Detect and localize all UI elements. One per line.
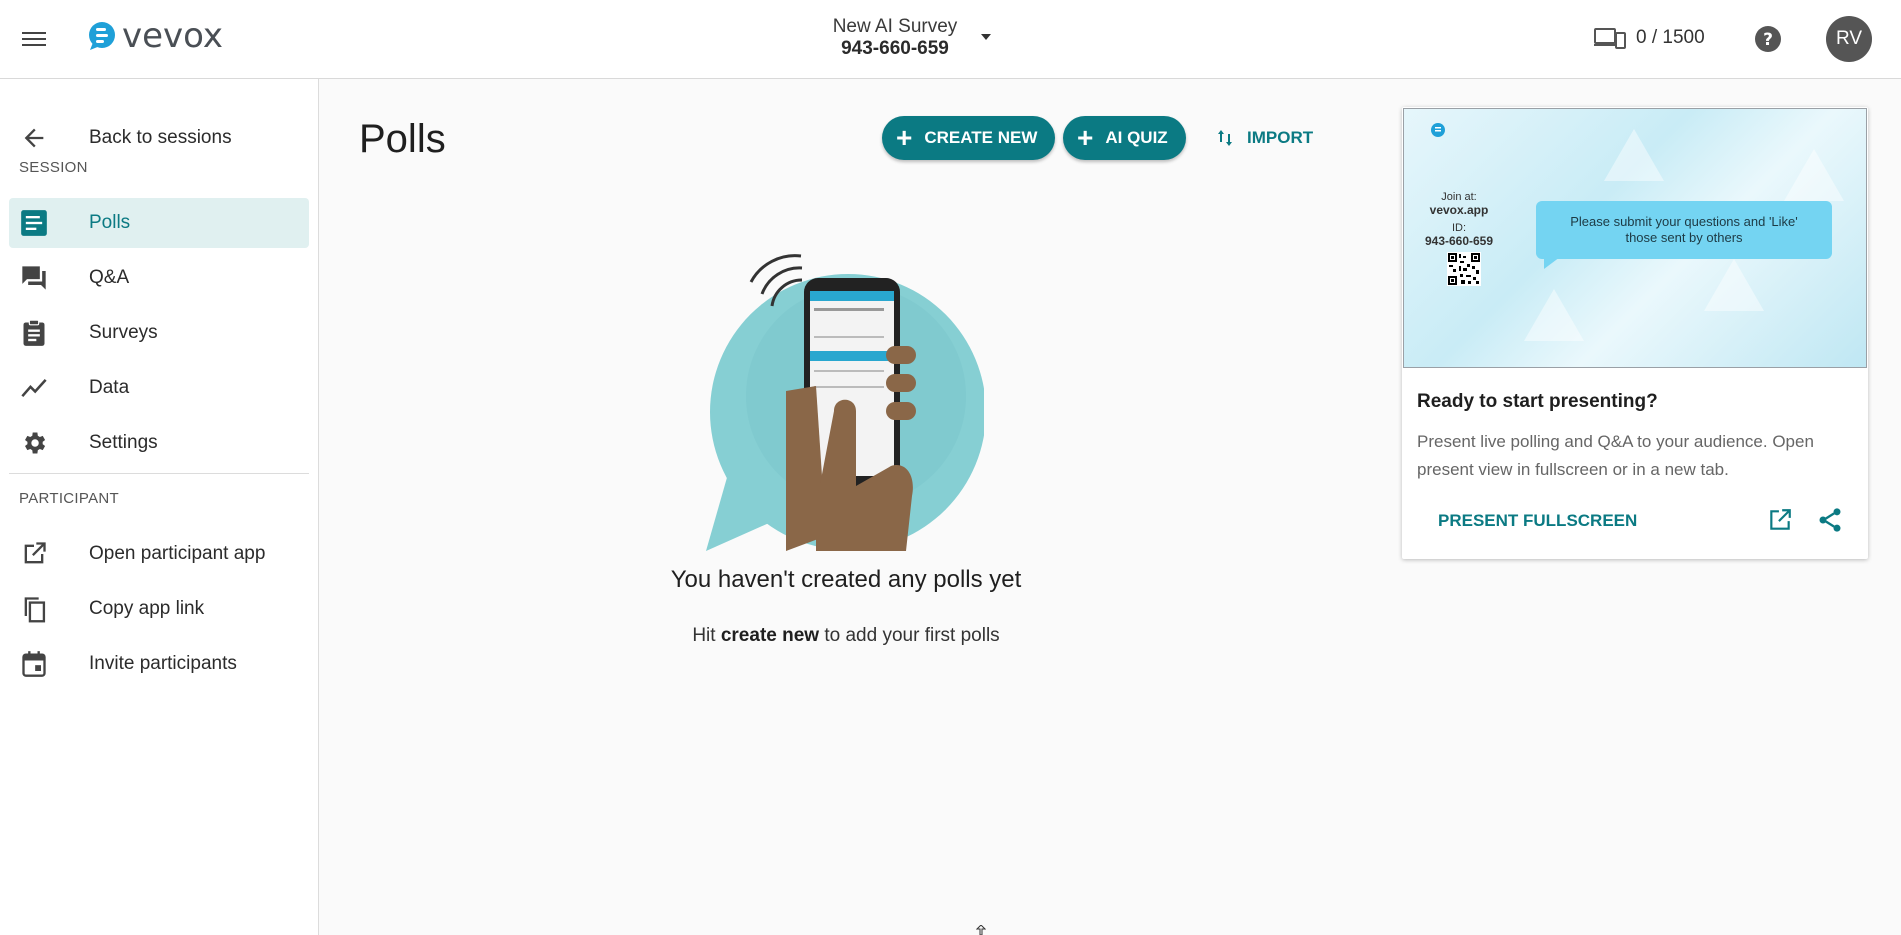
present-card: Join at: vevox.app ID: 943-660-659 Pleas… [1402,107,1868,559]
vevox-logo[interactable]: vevox [86,16,224,56]
top-app-bar: vevox New AI Survey 943-660-659 0 / 1500… [0,0,1901,79]
sidebar-item-settings[interactable]: Settings [9,418,309,468]
devices-count: 0 / 1500 [1636,27,1705,48]
present-card-title: Ready to start presenting? [1417,391,1658,412]
open-in-new-tab-icon[interactable] [1767,507,1793,533]
import-arrows-icon [1218,130,1232,146]
sidebar-item-label: Copy app link [89,598,205,619]
preview-join-info: Join at: vevox.app ID: 943-660-659 [1424,191,1494,249]
qr-code-icon [1447,252,1481,286]
hamburger-menu-icon[interactable] [22,27,46,51]
preview-url: vevox.app [1429,203,1489,217]
participant-section-label: PARTICIPANT [19,490,119,507]
bubble-tail [1544,257,1560,269]
page-title: Polls [359,117,446,161]
logo-wordmark: vevox [122,16,224,56]
empty-state-subtext: Hit create new to add your first polls [560,625,1132,647]
sidebar-item-label: Q&A [89,267,130,288]
user-avatar[interactable]: RV [1826,16,1872,62]
back-to-sessions-label: Back to sessions [89,127,232,148]
copy-app-link[interactable]: Copy app link [9,584,309,634]
resize-cursor-icon [976,925,986,935]
help-icon[interactable]: ? [1754,25,1782,53]
sidebar-item-qa[interactable]: Q&A [9,253,309,303]
present-card-description: Present live polling and Q&A to your aud… [1417,432,1814,479]
empty-state-heading: You haven't created any polls yet [670,566,1022,593]
session-dropdown-caret-icon[interactable] [981,34,991,40]
create-new-label: CREATE NEW [924,128,1038,147]
sidebar-item-label: Open participant app [89,543,266,564]
back-to-sessions-link[interactable]: Back to sessions [9,113,309,163]
copy-icon [24,597,46,623]
preview-id: 943-660-659 [1424,234,1494,248]
session-section-label: SESSION [19,159,88,176]
session-selector[interactable]: New AI Survey 943-660-659 [780,16,1010,60]
vevox-mini-logo-icon [1431,123,1445,137]
empty-state-phone-illustration [706,254,984,551]
devices-icon [1594,28,1626,49]
plus-icon: + [896,122,913,153]
sidebar-item-label: Invite participants [89,653,237,674]
calendar-icon [22,651,46,677]
preview-pattern-shape [1704,259,1764,311]
sidebar: Back to sessions SESSION Polls Q&A Surve… [0,79,319,935]
sidebar-item-surveys[interactable]: Surveys [9,308,309,358]
preview-pattern-shape [1524,289,1584,341]
ai-quiz-label: AI QUIZ [1105,128,1168,147]
sidebar-item-label: Data [89,377,130,398]
session-id: 943-660-659 [841,38,949,59]
create-new-button[interactable]: + CREATE NEW [882,116,1056,160]
line-chart-icon [21,378,47,398]
preview-pattern-shape [1604,129,1664,181]
sidebar-divider [9,473,309,474]
import-button[interactable]: IMPORT [1217,124,1313,152]
svg-text:?: ? [1763,30,1773,50]
open-external-icon [24,542,46,564]
session-name: New AI Survey [832,16,958,37]
polls-icon [21,210,47,236]
preview-message-bubble: Please submit your questions and 'Like' … [1536,201,1832,259]
present-fullscreen-button[interactable]: PRESENT FULLSCREEN [1438,511,1637,531]
sidebar-item-data[interactable]: Data [9,363,309,413]
vevox-logo-icon [89,22,115,50]
invite-participants-link[interactable]: Invite participants [9,639,309,689]
open-participant-app-link[interactable]: Open participant app [9,529,309,579]
gear-icon [25,432,46,454]
sidebar-item-polls[interactable]: Polls [9,198,309,248]
ai-quiz-button[interactable]: + AI QUIZ [1063,116,1186,160]
empty-sub-bold: create new [720,625,820,646]
qa-chat-icon [22,266,46,290]
import-label: IMPORT [1247,128,1314,147]
present-preview-thumbnail[interactable]: Join at: vevox.app ID: 943-660-659 Pleas… [1403,108,1867,368]
sidebar-item-label: Settings [89,432,158,453]
participant-device-counter: 0 / 1500 [1594,27,1705,49]
share-icon[interactable] [1816,506,1844,534]
plus-icon: + [1077,122,1094,153]
arrow-back-icon [24,128,44,148]
sidebar-item-label: Surveys [89,322,158,343]
preview-pattern-shape [1784,149,1844,201]
sidebar-item-label: Polls [89,212,131,233]
clipboard-icon [23,319,45,346]
empty-sub-suffix: to add your first polls [824,625,1000,646]
empty-sub-prefix: Hit [692,625,716,646]
